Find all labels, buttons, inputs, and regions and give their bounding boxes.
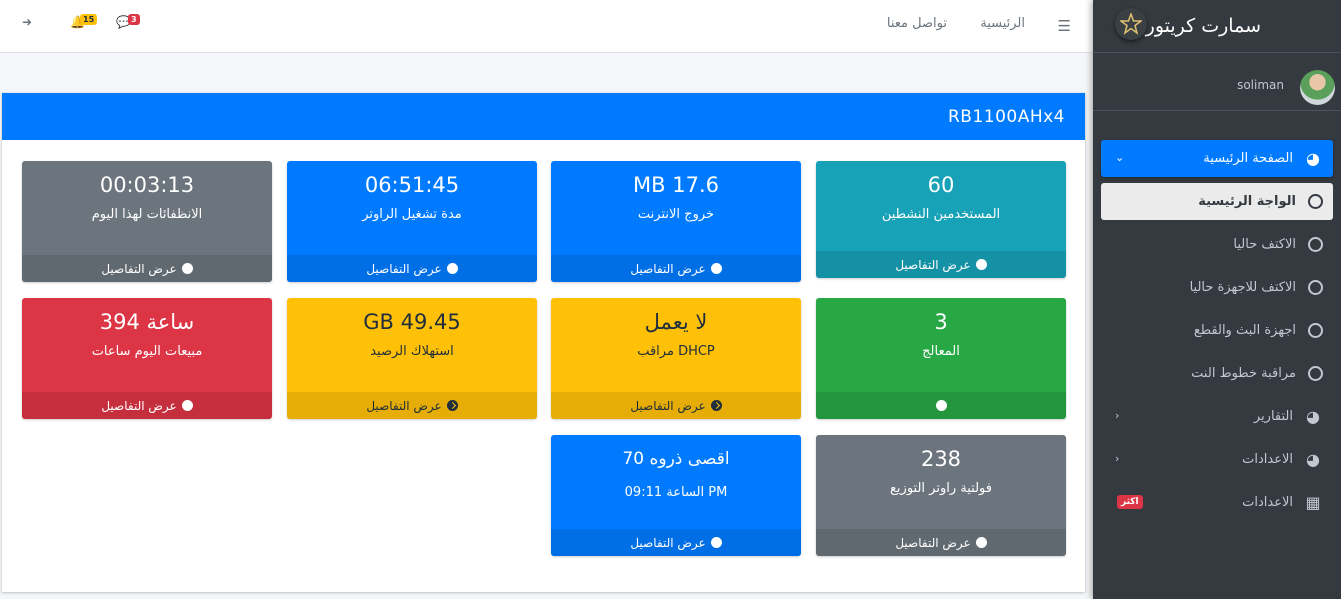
box-value: MB 17.6 (633, 173, 719, 197)
router-card: RB1100AHx4 60 المستخدمين النشطين عرض الت… (2, 93, 1085, 592)
box-value: 06:51:45 (364, 173, 460, 197)
main-sidebar: سمارت كريتور soliman ⌄ الصفحة الرئيسية ◕… (1093, 0, 1341, 599)
circle-icon (1308, 237, 1323, 252)
box-label: الساعة 09:11 PM (624, 485, 728, 500)
details-link[interactable]: عرض التفاصيل (22, 392, 272, 419)
chevron-left-icon: › (1115, 452, 1120, 465)
sidebar-item-label: الصفحة الرئيسية (1203, 151, 1293, 166)
arrow-circle-icon (181, 400, 193, 411)
internet-out-box: MB 17.6 خروج الانترنت عرض التفاصيل (551, 161, 801, 282)
nav-link-contact[interactable]: تواصل معنا (887, 16, 947, 31)
cpu-box: 3 المعالج (816, 298, 1066, 419)
logout-icon[interactable]: ➜ (22, 15, 32, 29)
grid-icon: ▦ (1305, 493, 1321, 512)
box-label: الانظفائات لهذا اليوم (91, 207, 203, 222)
details-link[interactable]: عرض التفاصيل (287, 255, 537, 282)
details-link[interactable]: عرض التفاصيل (551, 392, 801, 419)
details-link[interactable]: عرض التفاصيل (551, 255, 801, 282)
box-label: المستخدمين النشطين (881, 207, 1001, 222)
arrow-circle-icon (446, 400, 458, 411)
sidebar-subnav: الواجة الرئيسية الاكتف حاليا الاكتف للاج… (1101, 183, 1333, 392)
sidebar-nav: ⌄ الصفحة الرئيسية ◕ الواجة الرئيسية الاك… (1101, 140, 1333, 527)
arrow-circle-icon (975, 537, 987, 548)
box-label: مبيعات اليوم ساعات (91, 344, 203, 359)
chevron-down-icon: ⌄ (1115, 151, 1125, 164)
brand-title: سمارت كريتور (1145, 15, 1261, 37)
details-link[interactable]: عرض التفاصيل (22, 255, 272, 282)
sidebar-subitem-line-monitor[interactable]: مراقبة خطوط النت (1101, 355, 1333, 392)
sidebar-subitem-active-devices[interactable]: الاكتف للاجهزة حاليا (1101, 269, 1333, 306)
box-value: 00:03:13 (99, 173, 195, 197)
box-label: فولتية راوتر التوزيع (890, 481, 992, 496)
notifications-badge: 15 (80, 14, 98, 25)
dashboard-icon: ◕ (1306, 149, 1320, 168)
sidebar-item-label: التقارير (1253, 409, 1293, 424)
balance-usage-box: GB 49.45 استهلاك الرصيد عرض التفاصيل (287, 298, 537, 419)
box-value: 60 (927, 173, 955, 197)
circle-icon (1308, 323, 1323, 338)
router-voltage-box: 238 فولتية راوتر التوزيع عرض التفاصيل (816, 435, 1066, 556)
brand-logo-icon (1115, 8, 1147, 40)
arrow-circle-icon (710, 537, 722, 548)
details-link[interactable]: عرض التفاصيل (287, 392, 537, 419)
top-navbar: ☰ الرئيسية تواصل معنا 💬 3 🔔 15 ➜ (0, 0, 1093, 53)
circle-icon (1308, 280, 1323, 295)
box-label: المعالج (922, 344, 960, 359)
details-link[interactable]: عرض التفاصيل (816, 251, 1066, 278)
peak-box: اقصى ذروه 70 الساعة 09:11 PM عرض التفاصي… (551, 435, 801, 556)
arrow-circle-icon (446, 263, 458, 274)
sidebar-item-reports[interactable]: › التقارير ◕ (1101, 398, 1333, 435)
arrow-circle-icon (935, 400, 947, 411)
sidebar-item-label: الاعدادات (1242, 452, 1293, 467)
dashboard-icon: ◕ (1306, 450, 1320, 469)
user-panel[interactable]: soliman (1093, 64, 1341, 111)
messages-badge: 3 (128, 14, 140, 25)
details-link[interactable]: عرض التفاصيل (816, 529, 1066, 556)
circle-icon (1308, 366, 1323, 381)
sidebar-subitem-broadcast-devices[interactable]: اجهزة البث والقطع (1101, 312, 1333, 349)
sidebar-item-settings-more[interactable]: اكثر الاعدادات ▦ (1101, 484, 1333, 521)
arrow-circle-icon (710, 400, 722, 411)
card-title: RB1100AHx4 (2, 93, 1085, 140)
chevron-left-icon: › (1115, 409, 1120, 422)
menu-toggle-icon[interactable]: ☰ (1058, 17, 1071, 35)
router-uptime-box: 06:51:45 مدة تشغيل الراوتر عرض التفاصيل (287, 161, 537, 282)
circle-icon (1308, 194, 1323, 209)
box-label: مدة تشغيل الراوتر (362, 207, 462, 222)
box-value: 3 (934, 310, 948, 334)
box-value: اقصى ذروه 70 (622, 449, 730, 469)
arrow-circle-icon (181, 263, 193, 274)
box-value: 238 (920, 447, 962, 471)
user-name: soliman (1237, 78, 1284, 92)
sidebar-subitem-dashboard[interactable]: الواجة الرئيسية (1101, 183, 1333, 220)
box-value: GB 49.45 (363, 310, 461, 334)
more-badge: اكثر (1117, 495, 1143, 509)
box-value: 394 ساعة (99, 310, 195, 334)
sidebar-item-settings[interactable]: › الاعدادات ◕ (1101, 441, 1333, 478)
dhcp-monitor-box: لا يعمل مراقب DHCP عرض التفاصيل (551, 298, 801, 419)
sidebar-item-label: الاعدادات (1242, 495, 1293, 510)
box-value: لا يعمل (644, 310, 708, 334)
details-link[interactable] (816, 392, 1066, 419)
sales-today-box: 394 ساعة مبيعات اليوم ساعات عرض التفاصيل (22, 298, 272, 419)
avatar (1300, 70, 1335, 105)
details-link[interactable]: عرض التفاصيل (551, 529, 801, 556)
sidebar-subitem-active-now[interactable]: الاكتف حاليا (1101, 226, 1333, 263)
dashboard-icon: ◕ (1306, 407, 1320, 426)
arrow-circle-icon (710, 263, 722, 274)
nav-link-home[interactable]: الرئيسية (980, 16, 1025, 31)
arrow-circle-icon (975, 259, 987, 270)
active-users-box: 60 المستخدمين النشطين عرض التفاصيل (816, 161, 1066, 278)
box-label: مراقب DHCP (637, 344, 715, 359)
outages-today-box: 00:03:13 الانظفائات لهذا اليوم عرض التفا… (22, 161, 272, 282)
box-label: خروج الانترنت (637, 207, 715, 222)
sidebar-item-home[interactable]: ⌄ الصفحة الرئيسية ◕ (1101, 140, 1333, 177)
box-label: استهلاك الرصيد (370, 344, 454, 359)
